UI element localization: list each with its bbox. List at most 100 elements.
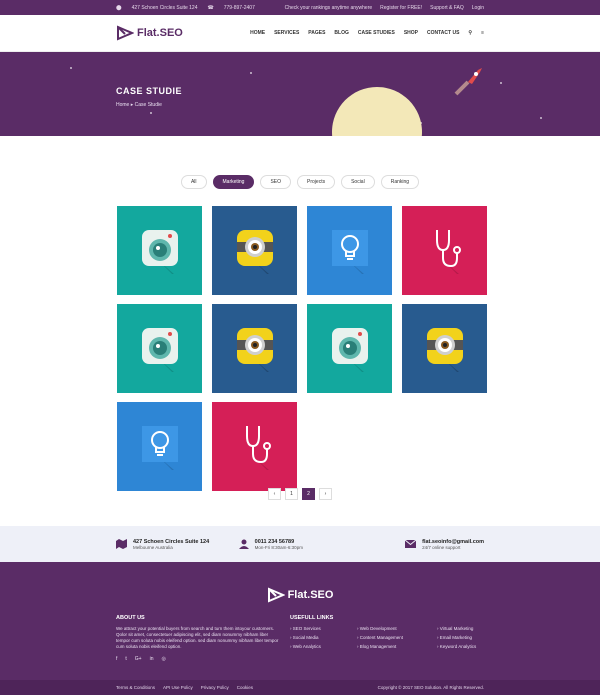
copyright: Copyright © 2017 SEO Solution. All Right…: [377, 685, 484, 690]
portfolio-tile[interactable]: [117, 304, 202, 393]
top-bar: ⬤ 427 Schoen Circles Suite 124 ☎ 779-897…: [0, 0, 600, 15]
portfolio-tile[interactable]: [402, 304, 487, 393]
filter-social[interactable]: Social: [341, 175, 375, 189]
contact-address-title: 427 Schoen Circles Suite 124: [133, 538, 210, 545]
footer-about-title: ABOUT US: [116, 615, 145, 621]
footer-logo-icon: [267, 587, 285, 603]
logo-icon: [117, 25, 134, 41]
portfolio-tile[interactable]: [402, 206, 487, 295]
portfolio-tile[interactable]: [117, 206, 202, 295]
filter-projects[interactable]: Projects: [297, 175, 336, 189]
pagination-page-1[interactable]: 1: [285, 488, 298, 500]
filter-ranking[interactable]: Ranking: [380, 175, 420, 189]
dribbble-icon[interactable]: ◎: [162, 656, 166, 662]
stethoscope-icon: [419, 222, 479, 295]
portfolio-tile[interactable]: [307, 304, 392, 393]
user-icon: [238, 539, 249, 549]
nav-item-contact[interactable]: CONTACT US: [427, 30, 459, 36]
lightbulb-icon: [324, 222, 384, 295]
nav-item-case-studies[interactable]: CASE STUDIES: [358, 30, 395, 36]
footer-link-web-analytics[interactable]: › Web Analytics: [290, 644, 357, 649]
filter-marketing[interactable]: Marketing: [212, 175, 255, 189]
topbar-link-support[interactable]: Support & FAQ: [430, 5, 464, 11]
topbar-address: 427 Schoen Circles Suite 124: [131, 4, 198, 11]
nav-item-blog[interactable]: BLOG: [334, 30, 348, 36]
map-pin-icon: ⬤: [116, 4, 122, 11]
main-nav: Flat.SEO HOME SERVICES PAGES BLOG CASE S…: [0, 15, 600, 52]
pagination: ‹ 1 2 ›: [0, 488, 600, 500]
pagination-next[interactable]: ›: [319, 488, 332, 500]
bottom-link-privacy[interactable]: Privacy Policy: [201, 685, 229, 690]
search-icon[interactable]: ⚲: [468, 30, 472, 36]
envelope-icon: [405, 540, 417, 548]
footer-logo[interactable]: Flat.SEO: [0, 586, 600, 604]
stethoscope-icon: [229, 418, 289, 491]
nav-item-home[interactable]: HOME: [250, 30, 265, 36]
footer-links-title: USEFULL LINKS: [290, 615, 334, 621]
portfolio-tile[interactable]: [307, 206, 392, 295]
pagination-prev[interactable]: ‹: [268, 488, 281, 500]
minion-eye-icon: [229, 320, 289, 393]
topbar-link-login[interactable]: Login: [472, 5, 484, 11]
camera-icon: [134, 320, 194, 393]
camera-icon: [324, 320, 384, 393]
phone-icon: ☎: [207, 4, 214, 11]
page-title: CASE STUDIE: [116, 86, 183, 96]
filter-all[interactable]: All: [180, 175, 207, 189]
footer: Flat.SEO ABOUT US We attract your potent…: [0, 562, 600, 680]
nav-item-services[interactable]: SERVICES: [274, 30, 299, 36]
footer-link-web-development[interactable]: › Web Development: [357, 626, 437, 631]
moon-illustration: [332, 87, 422, 136]
footer-link-seo-services[interactable]: › SEO Services: [290, 626, 357, 631]
footer-link-blog-management[interactable]: › Blog Management: [357, 644, 437, 649]
page: { "topbar": { "address": "427 Schoen Cir…: [0, 0, 600, 695]
portfolio-grid: [117, 206, 487, 491]
logo[interactable]: Flat.SEO: [116, 24, 183, 42]
topbar-phone: 779-897-2407: [223, 4, 255, 11]
bottom-link-terms[interactable]: Terms & Conditions: [116, 685, 155, 690]
map-icon: [116, 539, 127, 549]
linkedin-icon[interactable]: in: [150, 656, 154, 662]
contact-phone: 0011 234 56789 Mon-Fri 8:30am-6:30pm: [238, 539, 362, 550]
social-icons: f t G+ in ◎: [116, 656, 280, 662]
breadcrumb-current: Case Studie: [134, 102, 162, 108]
contact-email-sub: 24/7 online support: [422, 544, 461, 550]
pagination-page-2[interactable]: 2: [302, 488, 315, 500]
page-header: CASE STUDIE Home ▸ Case Studie: [0, 52, 600, 136]
twitter-icon[interactable]: t: [125, 656, 126, 662]
facebook-icon[interactable]: f: [116, 656, 117, 662]
rocket-icon: [454, 68, 482, 96]
topbar-link-register[interactable]: Register for FREE!: [380, 5, 422, 11]
google-plus-icon[interactable]: G+: [135, 656, 142, 662]
breadcrumb-home[interactable]: Home: [116, 102, 129, 108]
camera-icon: [134, 222, 194, 295]
contact-strip: 427 Schoen Circles Suite 124 Melbourne Au…: [0, 526, 600, 562]
footer-brand-name: Flat.SEO: [287, 589, 334, 601]
footer-about: ABOUT US We attract your potential buyer…: [116, 615, 280, 662]
portfolio-tile[interactable]: [212, 206, 297, 295]
bottom-bar: Terms & Conditions API Use Policy Privac…: [0, 680, 600, 695]
filter-bar: All Marketing SEO Projects Social Rankin…: [0, 175, 600, 189]
portfolio-tile[interactable]: [212, 304, 297, 393]
footer-link-keyword-analytics[interactable]: › Keyword Analytics: [437, 644, 497, 649]
portfolio-tile[interactable]: [212, 402, 297, 491]
footer-link-content-management[interactable]: › Content Management: [357, 635, 437, 640]
contact-email: flat.seoinfo@gmail.com 24/7 online suppor…: [361, 539, 484, 550]
filter-seo[interactable]: SEO: [260, 175, 292, 189]
footer-link-email-marketing[interactable]: › Email Marketing: [437, 635, 497, 640]
contact-address-sub: Melbourne Australia: [133, 544, 173, 550]
portfolio-tile[interactable]: [117, 402, 202, 491]
minion-eye-icon: [419, 320, 479, 393]
nav-item-shop[interactable]: SHOP: [404, 30, 418, 36]
footer-links: USEFULL LINKS › SEO Services › Web Devel…: [290, 615, 490, 649]
topbar-link-rankings[interactable]: Check your rankings anytime anywhere: [285, 5, 373, 11]
nav-item-pages[interactable]: PAGES: [308, 30, 325, 36]
footer-link-virtual-marketing[interactable]: › Virtual Marketing: [437, 626, 497, 631]
contact-address: 427 Schoen Circles Suite 124 Melbourne Au…: [116, 539, 239, 550]
menu-icon[interactable]: ≡: [481, 30, 484, 36]
footer-link-social-media[interactable]: › Social Media: [290, 635, 357, 640]
lightbulb-icon: [134, 418, 194, 491]
bottom-link-cookies[interactable]: Cookies: [237, 685, 253, 690]
bottom-link-api[interactable]: API Use Policy: [163, 685, 193, 690]
contact-email-title: flat.seoinfo@gmail.com: [422, 538, 485, 545]
